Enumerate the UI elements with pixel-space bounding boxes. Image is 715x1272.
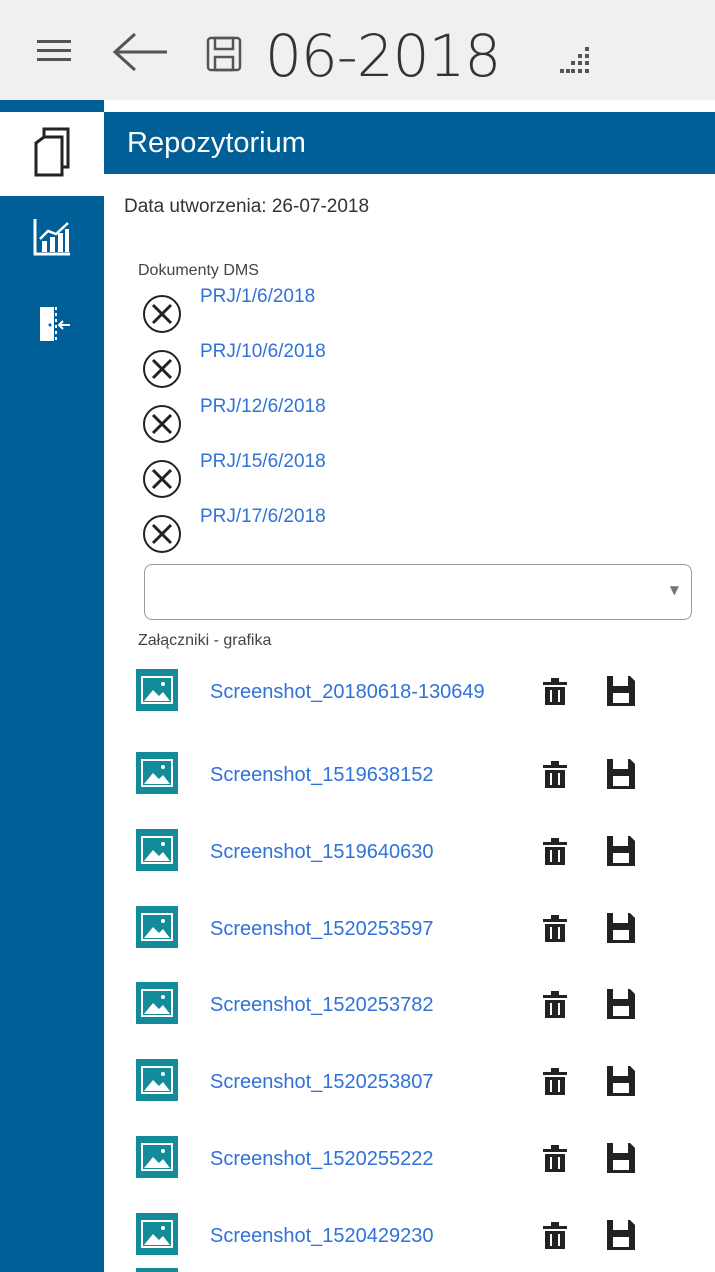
attachment-row: Screenshot_1520253782 <box>136 982 696 1042</box>
created-date: Data utworzenia: 26-07-2018 <box>124 196 370 217</box>
documents-icon <box>32 127 72 181</box>
download-save-icon[interactable] <box>606 835 636 867</box>
trash-icon[interactable] <box>542 837 568 867</box>
attachment-link[interactable]: Screenshot_20180618-130649 <box>210 681 485 704</box>
attachment-row: Screenshot_1520429230 <box>136 1213 696 1272</box>
dms-item: PRJ/17/6/2018 <box>142 506 542 556</box>
download-save-icon[interactable] <box>606 988 636 1020</box>
attachment-link[interactable]: Screenshot_1520429230 <box>210 1225 434 1248</box>
back-arrow-icon[interactable] <box>110 30 170 74</box>
attachment-row: Screenshot_1519638152 <box>136 752 696 812</box>
hamburger-icon[interactable] <box>36 36 72 66</box>
image-icon <box>136 752 178 794</box>
trash-icon[interactable] <box>542 677 568 707</box>
dms-link[interactable]: PRJ/17/6/2018 <box>200 506 326 528</box>
download-save-icon[interactable] <box>606 675 636 707</box>
remove-x-icon[interactable] <box>142 459 182 499</box>
image-icon <box>136 1136 178 1178</box>
image-icon <box>136 906 178 948</box>
dms-item: PRJ/12/6/2018 <box>142 396 542 446</box>
download-save-icon[interactable] <box>606 1142 636 1174</box>
trash-icon[interactable] <box>542 990 568 1020</box>
download-save-icon[interactable] <box>606 1219 636 1251</box>
download-save-icon[interactable] <box>606 1065 636 1097</box>
attachment-row: Screenshot_1520253597 <box>136 906 696 966</box>
exit-door-icon <box>32 303 72 347</box>
dms-item: PRJ/1/6/2018 <box>142 286 542 336</box>
dms-link[interactable]: PRJ/15/6/2018 <box>200 451 326 473</box>
left-rail <box>0 100 104 1272</box>
image-icon <box>136 1059 178 1101</box>
attachment-row <box>136 1268 696 1272</box>
attachment-link[interactable]: Screenshot_1520253782 <box>210 994 434 1017</box>
attachment-row: Screenshot_1519640630 <box>136 829 696 889</box>
dms-select[interactable]: ▼ <box>144 564 692 620</box>
attachment-row: Screenshot_1520255222 <box>136 1136 696 1196</box>
trash-icon[interactable] <box>542 760 568 790</box>
image-icon <box>136 829 178 871</box>
download-save-icon[interactable] <box>606 758 636 790</box>
attachments-section-label: Załączniki - grafika <box>138 632 272 649</box>
grid-dots-icon[interactable] <box>556 44 596 78</box>
remove-x-icon[interactable] <box>142 404 182 444</box>
attachment-link[interactable]: Screenshot_1520255222 <box>210 1148 434 1171</box>
image-icon <box>136 982 178 1024</box>
trash-icon[interactable] <box>542 1221 568 1251</box>
top-toolbar: 06-2018 <box>0 0 715 100</box>
repository-panel: Data utworzenia: 26-07-2018 Dokumenty DM… <box>104 174 715 1272</box>
dms-item: PRJ/15/6/2018 <box>142 451 542 501</box>
remove-x-icon[interactable] <box>142 514 182 554</box>
dms-link[interactable]: PRJ/10/6/2018 <box>200 341 326 363</box>
image-icon <box>136 1213 178 1255</box>
save-icon[interactable] <box>204 34 244 74</box>
chart-icon <box>32 217 72 261</box>
attachment-link[interactable]: Screenshot_1520253597 <box>210 918 434 941</box>
dms-link[interactable]: PRJ/12/6/2018 <box>200 396 326 418</box>
attachment-row: Screenshot_20180618-130649 <box>136 669 696 729</box>
remove-x-icon[interactable] <box>142 294 182 334</box>
image-icon <box>136 669 178 711</box>
trash-icon[interactable] <box>542 914 568 944</box>
page-title: 06-2018 <box>265 22 501 90</box>
dms-section-label: Dokumenty DMS <box>138 262 259 279</box>
attachment-link[interactable]: Screenshot_1519638152 <box>210 764 434 787</box>
dropdown-arrow-icon[interactable]: ▼ <box>670 583 679 597</box>
trash-icon[interactable] <box>542 1067 568 1097</box>
remove-x-icon[interactable] <box>142 349 182 389</box>
download-save-icon[interactable] <box>606 912 636 944</box>
trash-icon[interactable] <box>542 1144 568 1174</box>
rail-item-logout[interactable] <box>0 294 104 356</box>
panel-title: Repozytorium <box>104 112 715 174</box>
rail-item-documents[interactable] <box>0 112 104 196</box>
image-icon <box>136 1268 178 1272</box>
attachment-link[interactable]: Screenshot_1519640630 <box>210 841 434 864</box>
attachment-row: Screenshot_1520253807 <box>136 1059 696 1119</box>
rail-item-reports[interactable] <box>0 208 104 270</box>
attachment-link[interactable]: Screenshot_1520253807 <box>210 1071 434 1094</box>
dms-link[interactable]: PRJ/1/6/2018 <box>200 286 315 308</box>
dms-item: PRJ/10/6/2018 <box>142 341 542 391</box>
